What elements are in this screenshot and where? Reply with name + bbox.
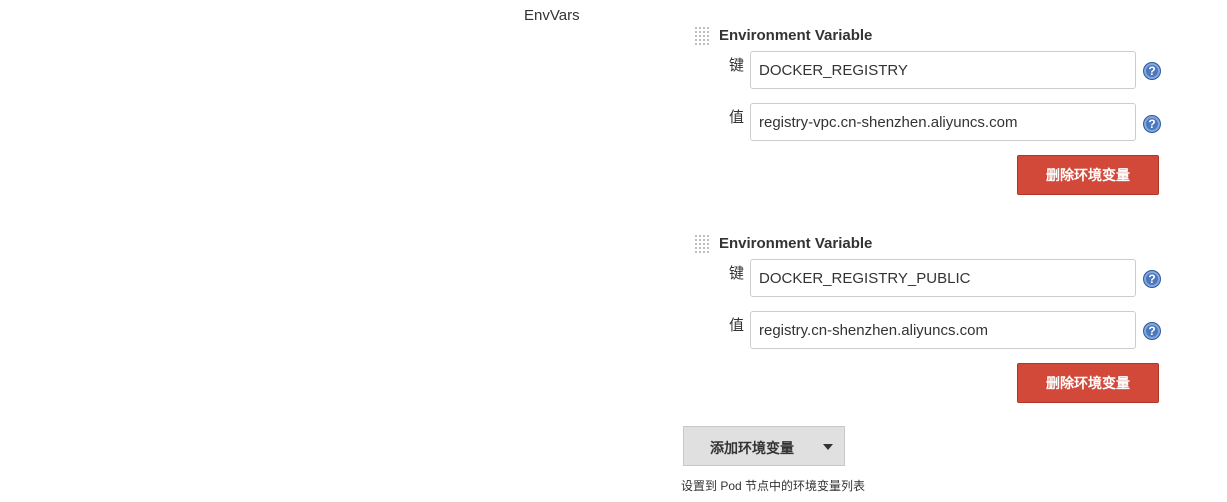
value-label: 值 [729, 317, 745, 334]
key-label: 键 [729, 265, 745, 282]
env-var-block: Environment Variable 键 ? 值 ? 删除环境变量 [694, 26, 1174, 196]
field-description: 设置到 Pod 节点中的环境变量列表 [681, 479, 866, 493]
help-icon[interactable]: ? [1143, 115, 1161, 133]
delete-env-var-button[interactable]: 删除环境变量 [1017, 155, 1159, 195]
delete-env-var-button[interactable]: 删除环境变量 [1017, 363, 1159, 403]
value-input[interactable] [750, 103, 1136, 141]
help-icon[interactable]: ? [1143, 62, 1161, 80]
help-icon[interactable]: ? [1143, 270, 1161, 288]
value-input[interactable] [750, 311, 1136, 349]
value-label: 值 [729, 109, 745, 126]
add-env-var-button[interactable]: 添加环境变量 [683, 426, 845, 466]
key-label: 键 [729, 57, 745, 74]
env-var-title: Environment Variable [719, 235, 873, 252]
drag-handle-icon[interactable] [694, 26, 710, 46]
chevron-down-icon[interactable] [823, 444, 833, 450]
help-icon[interactable]: ? [1143, 322, 1161, 340]
key-input[interactable] [750, 259, 1136, 297]
add-env-var-label: 添加环境变量 [710, 440, 794, 456]
drag-handle-icon[interactable] [694, 234, 710, 254]
env-var-title: Environment Variable [719, 27, 873, 44]
key-input[interactable] [750, 51, 1136, 89]
section-label: EnvVars [524, 7, 580, 24]
env-var-block: Environment Variable 键 ? 值 ? 删除环境变量 [694, 234, 1174, 404]
